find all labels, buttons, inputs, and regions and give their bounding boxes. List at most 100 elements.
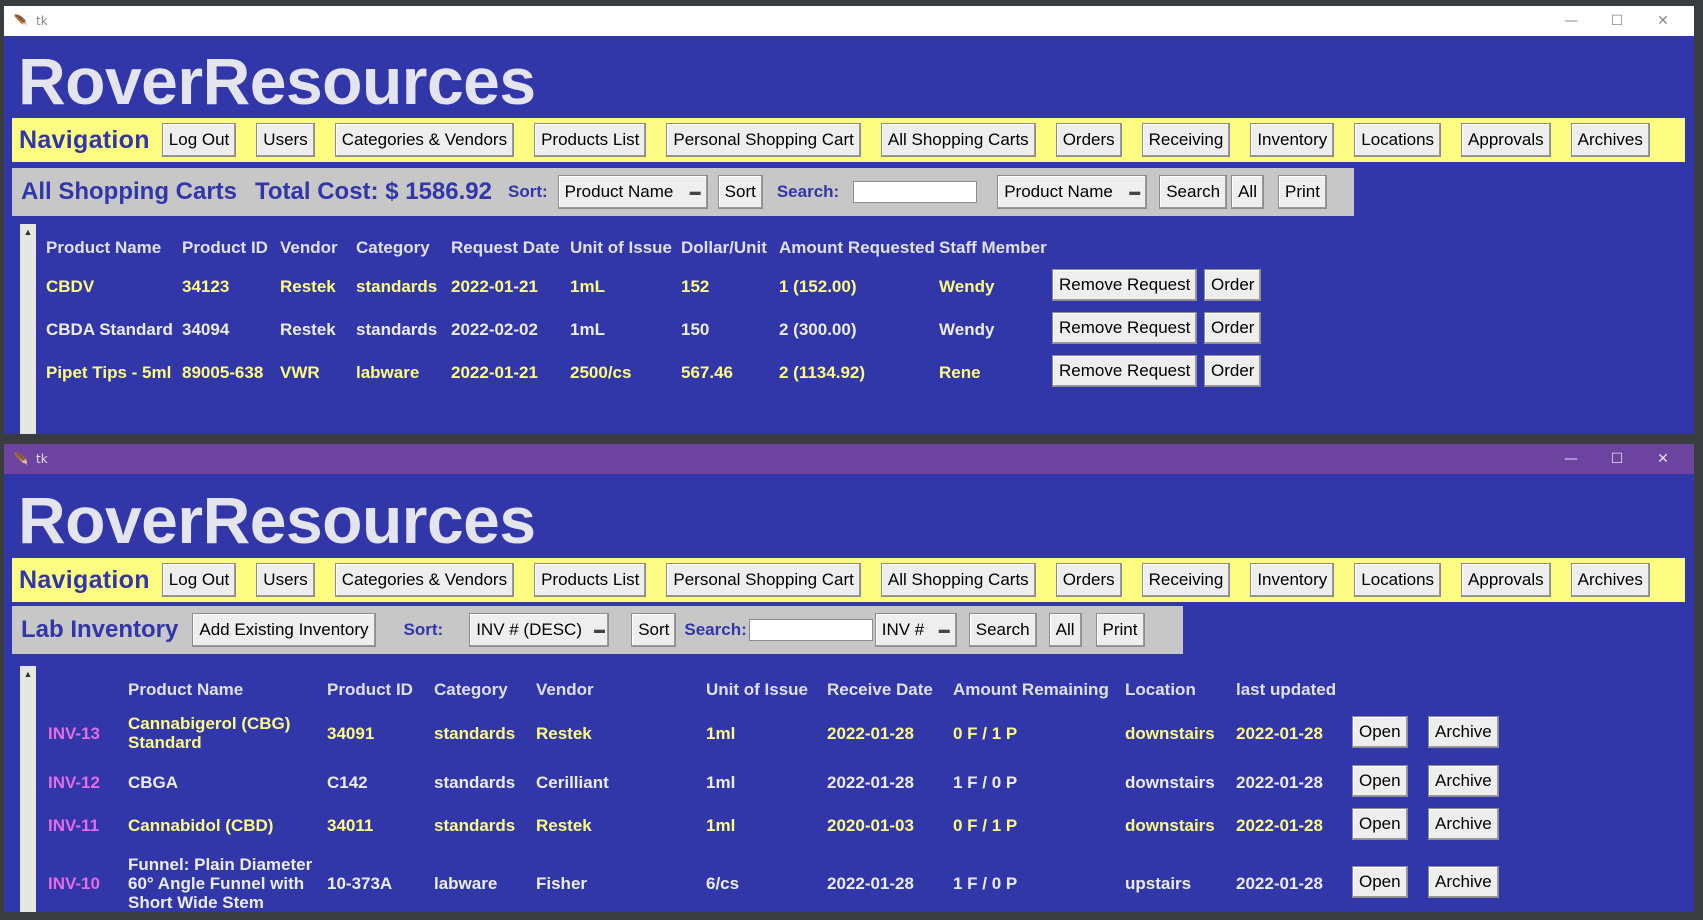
sort-select-value: Product Name: [564, 182, 674, 201]
nav-categories-vendors-button[interactable]: Categories & Vendors: [334, 123, 515, 157]
archive-button[interactable]: Archive: [1428, 808, 1499, 840]
nav-archives-button[interactable]: Archives: [1570, 563, 1650, 597]
inventory-toolbar: Lab Inventory Add Existing Inventory Sor…: [12, 606, 1183, 654]
cell-product: Pipet Tips - 5ml: [46, 363, 172, 382]
minimize-icon[interactable]: —: [1548, 6, 1594, 36]
cell-amount: 2 (1134.92): [779, 363, 866, 382]
cell-location: downstairs: [1125, 773, 1215, 792]
cell-date: 2020-01-03: [827, 816, 914, 835]
archive-button[interactable]: Archive: [1428, 716, 1499, 748]
nav-receiving-button[interactable]: Receiving: [1141, 563, 1231, 597]
nav-personal-cart-button[interactable]: Personal Shopping Cart: [666, 563, 861, 597]
total-cost: Total Cost: $ 1586.92: [255, 178, 492, 205]
order-button[interactable]: Order: [1204, 269, 1262, 301]
nav-all-carts-button[interactable]: All Shopping Carts: [880, 123, 1036, 157]
sort-select[interactable]: Product Name ▬: [557, 175, 708, 209]
cell-inv: INV-10: [48, 874, 100, 893]
all-button[interactable]: All: [1231, 175, 1264, 209]
all-button[interactable]: All: [1048, 613, 1082, 647]
cell-product: Cannabigerol (CBG) Standard: [128, 714, 291, 752]
nav-inventory-button[interactable]: Inventory: [1250, 563, 1335, 597]
search-button[interactable]: Search: [968, 613, 1037, 647]
search-input[interactable]: [748, 619, 873, 641]
nav-categories-vendors-button[interactable]: Categories & Vendors: [334, 563, 515, 597]
chevron-down-icon: ▬: [689, 186, 701, 198]
print-button[interactable]: Print: [1278, 175, 1327, 209]
nav-products-list-button[interactable]: Products List: [534, 563, 647, 597]
nav-orders-button[interactable]: Orders: [1055, 123, 1122, 157]
order-button[interactable]: Order: [1204, 312, 1262, 344]
order-button[interactable]: Order: [1204, 355, 1262, 387]
cell-inv: INV-13: [48, 724, 100, 743]
header-last-updated: last updated: [1236, 680, 1337, 699]
nav-users-button[interactable]: Users: [256, 563, 315, 597]
cell-id: 10-373A: [327, 874, 393, 893]
maximize-icon[interactable]: ☐: [1594, 6, 1640, 36]
cell-category: standards: [434, 773, 516, 792]
remove-request-button[interactable]: Remove Request: [1052, 355, 1198, 387]
search-input[interactable]: [853, 181, 978, 203]
cell-dollar: 567.46: [681, 363, 733, 382]
open-button[interactable]: Open: [1352, 716, 1408, 748]
title-bar[interactable]: 🪶 tk — ☐ ✕: [4, 6, 1694, 36]
nav-approvals-button[interactable]: Approvals: [1461, 563, 1551, 597]
brand-title: RoverResources: [18, 44, 536, 118]
scroll-up-icon[interactable]: ▲: [20, 224, 36, 240]
cell-vendor: Restek: [536, 816, 592, 835]
nav-title: Navigation: [19, 125, 150, 154]
scrollbar[interactable]: ▲: [20, 224, 36, 434]
search-button[interactable]: Search: [1159, 175, 1228, 209]
open-button[interactable]: Open: [1352, 765, 1408, 797]
remove-request-button[interactable]: Remove Request: [1052, 269, 1198, 301]
sort-select-value: INV # (DESC): [476, 620, 582, 639]
search-field-select[interactable]: INV # ▬: [874, 613, 957, 647]
open-button[interactable]: Open: [1352, 808, 1408, 840]
remove-request-button[interactable]: Remove Request: [1052, 312, 1198, 344]
navigation-bar: Navigation Log Out Users Categories & Ve…: [12, 558, 1685, 602]
cell-date: 2022-01-28: [827, 874, 914, 893]
scrollbar[interactable]: ▲: [20, 666, 36, 912]
open-button[interactable]: Open: [1352, 866, 1408, 898]
maximize-icon[interactable]: ☐: [1594, 444, 1640, 474]
page-title: All Shopping Carts: [21, 178, 237, 205]
cell-id: 34123: [182, 277, 230, 296]
cell-amount: 0 F / 1 P: [953, 816, 1018, 835]
minimize-icon[interactable]: —: [1548, 444, 1594, 474]
archive-button[interactable]: Archive: [1428, 765, 1499, 797]
add-inventory-button[interactable]: Add Existing Inventory: [192, 613, 376, 647]
nav-products-list-button[interactable]: Products List: [534, 123, 647, 157]
title-bar[interactable]: 🪶 tk — ☐ ✕: [4, 444, 1694, 474]
print-button[interactable]: Print: [1095, 613, 1145, 647]
nav-personal-cart-button[interactable]: Personal Shopping Cart: [666, 123, 861, 157]
sort-label: Sort:: [403, 620, 444, 639]
nav-locations-button[interactable]: Locations: [1354, 123, 1442, 157]
nav-approvals-button[interactable]: Approvals: [1461, 123, 1551, 157]
nav-inventory-button[interactable]: Inventory: [1250, 123, 1335, 157]
cell-dollar: 152: [681, 277, 710, 296]
nav-logout-button[interactable]: Log Out: [161, 563, 237, 597]
cell-date: 2022-01-21: [451, 363, 538, 382]
sort-button[interactable]: Sort: [717, 175, 763, 209]
nav-receiving-button[interactable]: Receiving: [1141, 123, 1231, 157]
nav-orders-button[interactable]: Orders: [1055, 563, 1122, 597]
cell-staff: Wendy: [939, 277, 995, 296]
nav-archives-button[interactable]: Archives: [1570, 123, 1650, 157]
sort-select[interactable]: INV # (DESC) ▬: [469, 613, 610, 647]
search-label: Search:: [776, 182, 840, 201]
search-field-select[interactable]: Product Name ▬: [997, 175, 1148, 209]
header-request-date: Request Date: [451, 238, 560, 257]
cell-id: 89005-638: [182, 363, 264, 382]
close-icon[interactable]: ✕: [1640, 6, 1686, 36]
nav-logout-button[interactable]: Log Out: [161, 123, 237, 157]
cell-amount: 0 F / 1 P: [953, 724, 1018, 743]
cell-id: C142: [327, 773, 368, 792]
nav-users-button[interactable]: Users: [256, 123, 315, 157]
nav-locations-button[interactable]: Locations: [1354, 563, 1442, 597]
scroll-up-icon[interactable]: ▲: [20, 666, 36, 682]
cell-category: standards: [434, 816, 516, 835]
nav-all-carts-button[interactable]: All Shopping Carts: [880, 563, 1036, 597]
cell-vendor: Restek: [280, 320, 336, 339]
sort-button[interactable]: Sort: [631, 613, 677, 647]
archive-button[interactable]: Archive: [1428, 866, 1499, 898]
close-icon[interactable]: ✕: [1640, 444, 1686, 474]
